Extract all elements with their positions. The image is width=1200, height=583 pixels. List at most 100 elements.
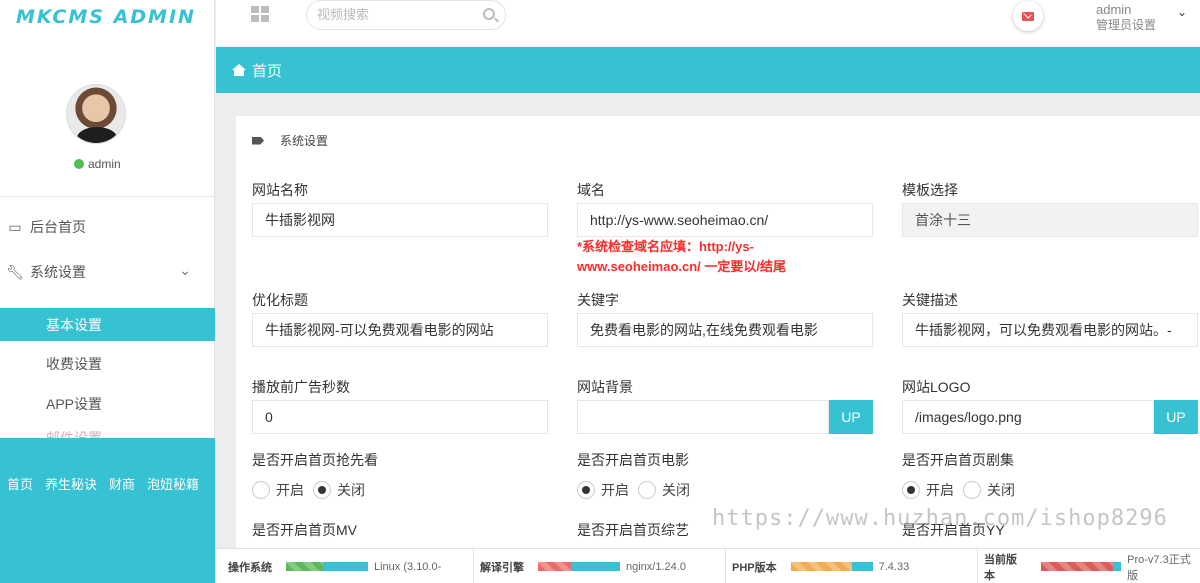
stat-php: PHP版本 7.4.33 [732, 549, 909, 583]
radio-preview-on[interactable]: 开启 [252, 480, 304, 500]
link-finance[interactable]: 财商 [109, 474, 135, 493]
grid-menu-icon[interactable] [251, 6, 269, 22]
sidebar-item-label: 后台首页 [30, 219, 86, 235]
divider [473, 549, 474, 583]
logo-label: 网站LOGO [902, 379, 971, 395]
settings-card: 系统设置 网站名称 域名 *系统检查域名应填：http://ys-www.seo… [236, 116, 1200, 548]
brand-logo[interactable]: MKCMS ADMIN [16, 6, 196, 28]
divider [977, 549, 978, 583]
progress-bar [790, 562, 873, 571]
stat-value: Linux (3.10.0- [374, 560, 442, 573]
progress-bar [286, 562, 368, 571]
radio-preview-off[interactable]: 关闭 [313, 480, 365, 500]
progress-fill [790, 562, 853, 571]
radio-circle [638, 481, 656, 499]
background-field[interactable] [577, 400, 829, 434]
radio-circle [577, 481, 595, 499]
breadcrumb-home[interactable]: 首页 [252, 60, 282, 81]
stat-value: 7.4.33 [878, 560, 910, 573]
online-status-icon [74, 159, 84, 169]
background-upload-button[interactable]: UP [829, 400, 873, 434]
search-input[interactable] [317, 7, 467, 22]
domain-warning: *系统检查域名应填：http://ys-www.seoheimao.cn/ 一定… [577, 239, 786, 274]
template-field[interactable] [902, 203, 1198, 237]
toggle-mv-label: 是否开启首页MV [252, 522, 357, 538]
site-name-label: 网站名称 [252, 182, 308, 198]
logo-upload-button[interactable]: UP [1154, 400, 1198, 434]
link-dating-tips[interactable]: 泡妞秘籍 [147, 474, 199, 493]
system-info-footer: 操作系统 Linux (3.10.0- 解译引擎 nginx/1.24.0 PH… [216, 548, 1200, 583]
description-field[interactable] [902, 313, 1198, 347]
domain-field[interactable] [577, 203, 873, 237]
logo-field[interactable] [902, 400, 1154, 434]
radio-label: 开启 [601, 482, 629, 498]
progress-fill [538, 562, 571, 571]
progress-bar [1041, 562, 1122, 571]
stat-os: 操作系统 Linux (3.10.0- [228, 549, 441, 583]
breadcrumb: 首页 [216, 47, 1200, 93]
stat-value: nginx/1.24.0 [626, 560, 686, 573]
radio-circle [963, 481, 981, 499]
home-icon [232, 64, 246, 76]
admin-username[interactable]: admin [1096, 2, 1131, 17]
radio-movies-off[interactable]: 关闭 [638, 480, 690, 500]
top-bar: admin 管理员设置 ⌄ [216, 0, 1200, 46]
toggle-variety-label: 是否开启首页综艺 [577, 522, 689, 538]
radio-label: 关闭 [337, 482, 365, 498]
stat-value: Pro-v7.3正式版 [1127, 553, 1191, 582]
description-label: 关键描述 [902, 292, 958, 308]
radio-movies-on[interactable]: 开启 [577, 480, 629, 500]
watermark-text: https://www.huzhan.com/ishop8296 [712, 506, 1168, 531]
ad-seconds-field[interactable] [252, 400, 548, 434]
seo-title-field[interactable] [252, 313, 548, 347]
stat-label: 解译引擎 [480, 561, 524, 574]
toggle-movies-label: 是否开启首页电影 [577, 452, 689, 468]
chevron-down-icon: ⌄ [179, 262, 191, 278]
avatar[interactable] [66, 84, 126, 144]
tags-icon [252, 136, 264, 145]
stat-engine: 解译引擎 nginx/1.24.0 [480, 549, 686, 583]
template-label: 模板选择 [902, 182, 958, 198]
sidebar: MKCMS ADMIN admin ▭ 后台首页 🔧︎ 系统设置 ⌄ 基本设置 … [0, 0, 215, 583]
ad-seconds-label: 播放前广告秒数 [252, 379, 350, 395]
radio-series-off[interactable]: 关闭 [963, 480, 1015, 500]
search-icon[interactable] [483, 8, 495, 20]
bottom-links: 首页 养生秘诀 财商 泡妞秘籍 [0, 438, 215, 583]
link-health-tips[interactable]: 养生秘诀 [45, 474, 97, 493]
sidebar-username: admin [88, 157, 121, 171]
sidebar-subitem-fee-settings[interactable]: 收费设置 [0, 344, 215, 384]
radio-label: 关闭 [987, 482, 1015, 498]
stat-label: PHP版本 [732, 561, 777, 574]
user-status: admin [74, 157, 121, 171]
stat-version: 当前版本 Pro-v7.3正式版 [984, 549, 1200, 583]
radio-circle [313, 481, 331, 499]
chevron-down-icon[interactable]: ⌄ [1177, 5, 1187, 19]
domain-label: 域名 [577, 182, 605, 198]
link-home[interactable]: 首页 [7, 474, 33, 493]
divider [725, 549, 726, 583]
progress-bar [538, 562, 620, 571]
keywords-field[interactable] [577, 313, 873, 347]
section-header: 系统设置 [252, 132, 328, 149]
progress-fill [286, 562, 323, 571]
mail-button[interactable] [1013, 1, 1043, 31]
sidebar-subitem-basic-settings[interactable]: 基本设置 [0, 308, 215, 341]
sidebar-subitem-app-settings[interactable]: APP设置 [0, 384, 215, 424]
section-title: 系统设置 [280, 134, 329, 148]
site-name-field[interactable] [252, 203, 548, 237]
laptop-icon: ▭ [8, 218, 22, 235]
radio-circle [252, 481, 270, 499]
sidebar-item-system-settings[interactable]: 🔧︎ 系统设置 ⌄ [0, 252, 215, 292]
progress-fill [1041, 562, 1114, 571]
radio-label: 开启 [276, 482, 304, 498]
stat-label: 当前版本 [984, 553, 1017, 582]
admin-settings-link[interactable]: 管理员设置 [1096, 16, 1156, 33]
background-label: 网站背景 [577, 379, 633, 395]
sidebar-item-dashboard[interactable]: ▭ 后台首页 [0, 207, 215, 247]
search-box [306, 0, 506, 30]
radio-series-on[interactable]: 开启 [902, 480, 954, 500]
toggle-series-label: 是否开启首页剧集 [902, 452, 1014, 468]
seo-title-label: 优化标题 [252, 292, 308, 308]
sidebar-item-label: 系统设置 [30, 264, 86, 280]
envelope-icon [1022, 11, 1034, 21]
